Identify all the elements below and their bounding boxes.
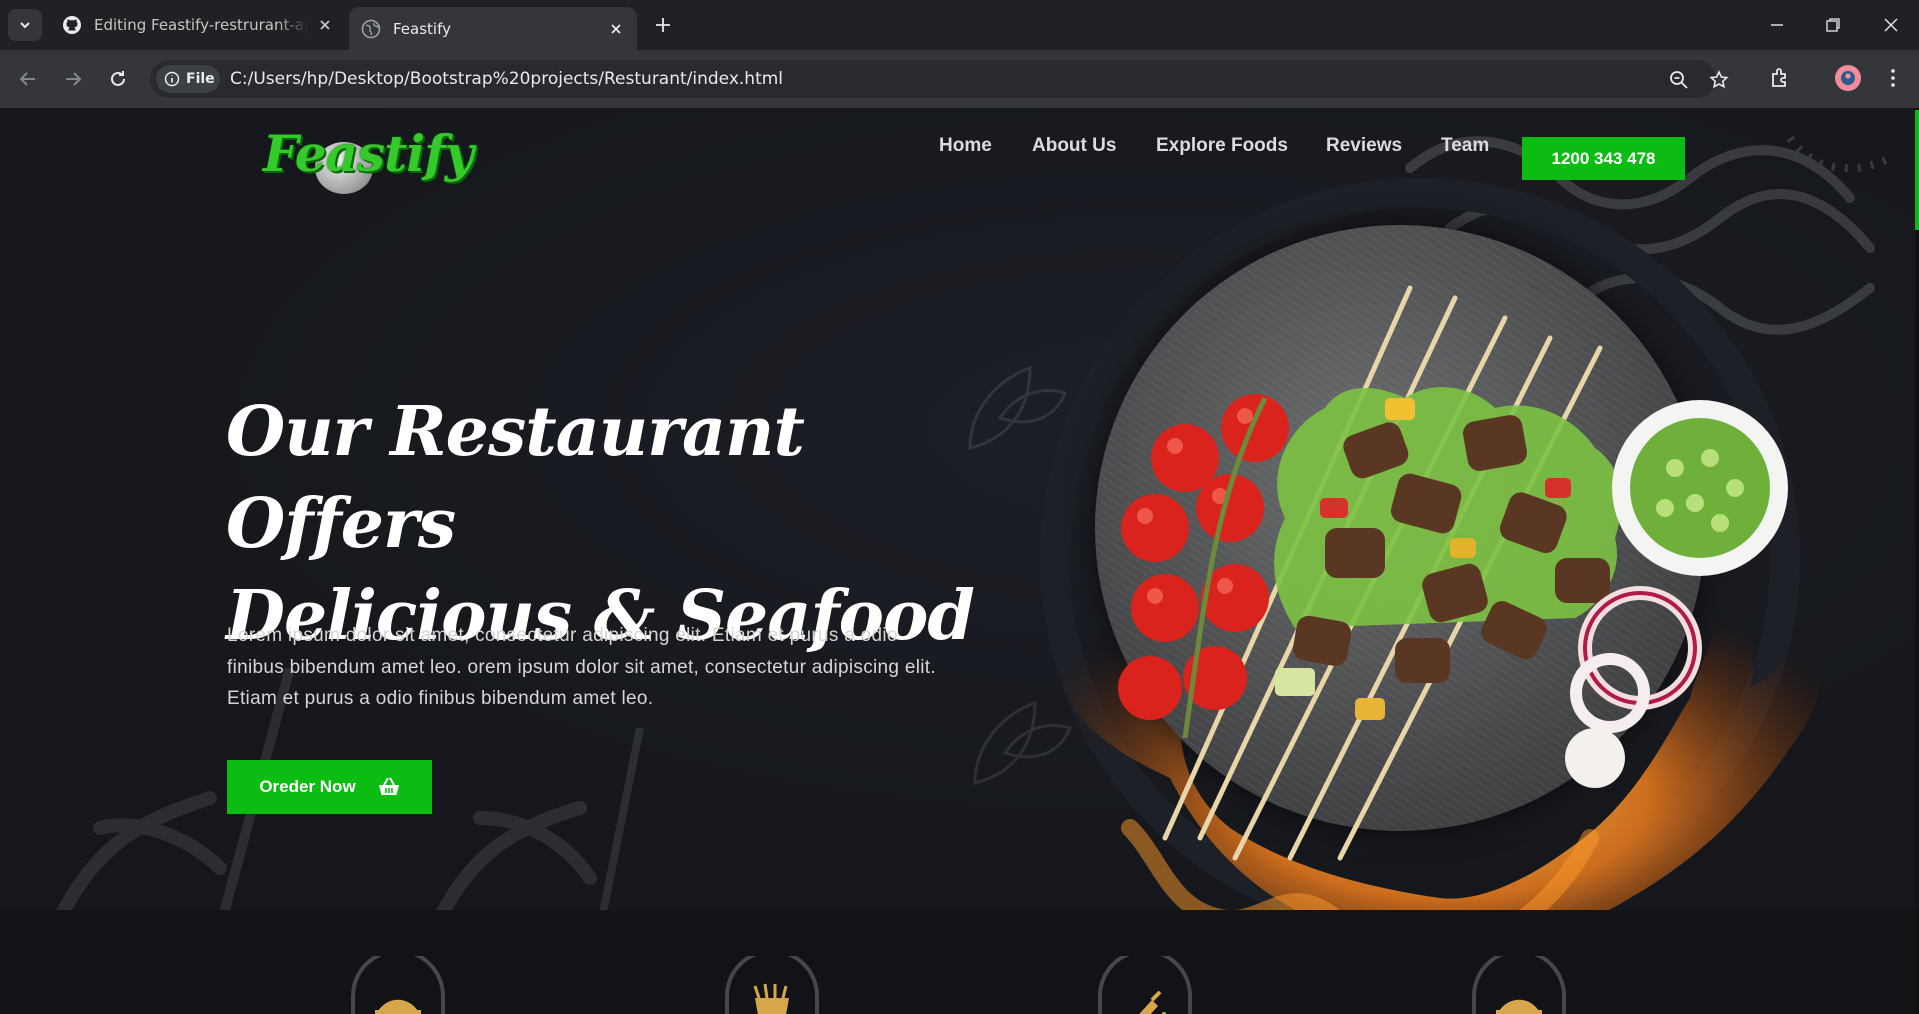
tab-search-button[interactable]	[8, 9, 42, 41]
close-icon[interactable]	[607, 20, 625, 38]
order-now-button[interactable]: Oreder Now	[227, 760, 432, 814]
tab-github-editing[interactable]: Editing Feastify-restrurant-appl	[50, 7, 346, 43]
nav-team[interactable]: Team	[1441, 135, 1489, 157]
bowl-badge-icon	[1472, 956, 1566, 1014]
tab-title: Editing Feastify-restrurant-appl	[94, 16, 308, 34]
globe-icon	[361, 19, 381, 38]
reload-icon[interactable]	[105, 66, 131, 92]
fries-badge-icon	[725, 956, 819, 1014]
nav-reviews[interactable]: Reviews	[1326, 135, 1402, 157]
extensions-icon[interactable]	[1768, 65, 1794, 91]
nav-home[interactable]: Home	[939, 135, 992, 157]
menu-icon[interactable]	[1880, 65, 1906, 91]
scrollbar-thumb[interactable]	[1915, 110, 1919, 230]
address-bar[interactable]: File C:/Users/hp/Desktop/Bootstrap%20pro…	[150, 60, 1729, 98]
profile-avatar[interactable]	[1835, 65, 1861, 91]
browser-toolbar: File C:/Users/hp/Desktop/Bootstrap%20pro…	[0, 50, 1919, 108]
github-icon	[63, 16, 81, 34]
site-info-chip[interactable]: File	[156, 65, 220, 93]
back-icon[interactable]	[15, 66, 41, 92]
new-tab-icon[interactable]	[652, 14, 674, 36]
tab-title: Feastify	[393, 19, 451, 38]
forward-icon[interactable]	[60, 66, 86, 92]
info-icon	[164, 71, 180, 87]
nav-about-us[interactable]: About Us	[1032, 135, 1116, 157]
window-close-icon[interactable]	[1880, 14, 1902, 36]
bookmark-star-icon[interactable]	[1708, 69, 1730, 91]
basket-icon	[378, 777, 399, 795]
site-logo[interactable]: Feastify	[263, 118, 474, 198]
features-section	[0, 910, 1915, 1014]
nav-explore-foods[interactable]: Explore Foods	[1156, 135, 1288, 157]
page-viewport: Feastify Home About Us Explore Foods Rev…	[0, 108, 1919, 1014]
food-badge-icon	[351, 956, 445, 1014]
profile-icon	[1841, 71, 1855, 85]
tab-feastify[interactable]: Feastify	[349, 7, 637, 50]
url-text[interactable]: C:/Users/hp/Desktop/Bootstrap%20projects…	[230, 69, 783, 89]
logo-text: Feastify	[263, 124, 474, 183]
zoom-icon[interactable]	[1668, 69, 1690, 91]
chevron-down-icon	[20, 22, 30, 29]
hero-headline-line1: Our Restaurant Offers	[226, 392, 805, 564]
minimize-icon[interactable]	[1766, 14, 1788, 36]
phone-button[interactable]: 1200 343 478	[1522, 137, 1685, 180]
hero-paragraph: Lorem ipsum dolor sit amet, consectetur …	[227, 625, 936, 709]
wine-badge-icon	[1098, 956, 1192, 1014]
hero-section: Feastify Home About Us Explore Foods Rev…	[0, 108, 1915, 910]
tab-strip: Editing Feastify-restrurant-appl Feastif…	[0, 0, 1919, 50]
scheme-label: File	[186, 71, 215, 87]
page-scrollbar[interactable]	[1915, 108, 1919, 1014]
restore-icon[interactable]	[1822, 14, 1844, 36]
close-icon[interactable]	[316, 16, 334, 34]
order-now-label: Oreder Now	[259, 777, 356, 796]
kebab-dish-illustration	[1118, 285, 1788, 861]
